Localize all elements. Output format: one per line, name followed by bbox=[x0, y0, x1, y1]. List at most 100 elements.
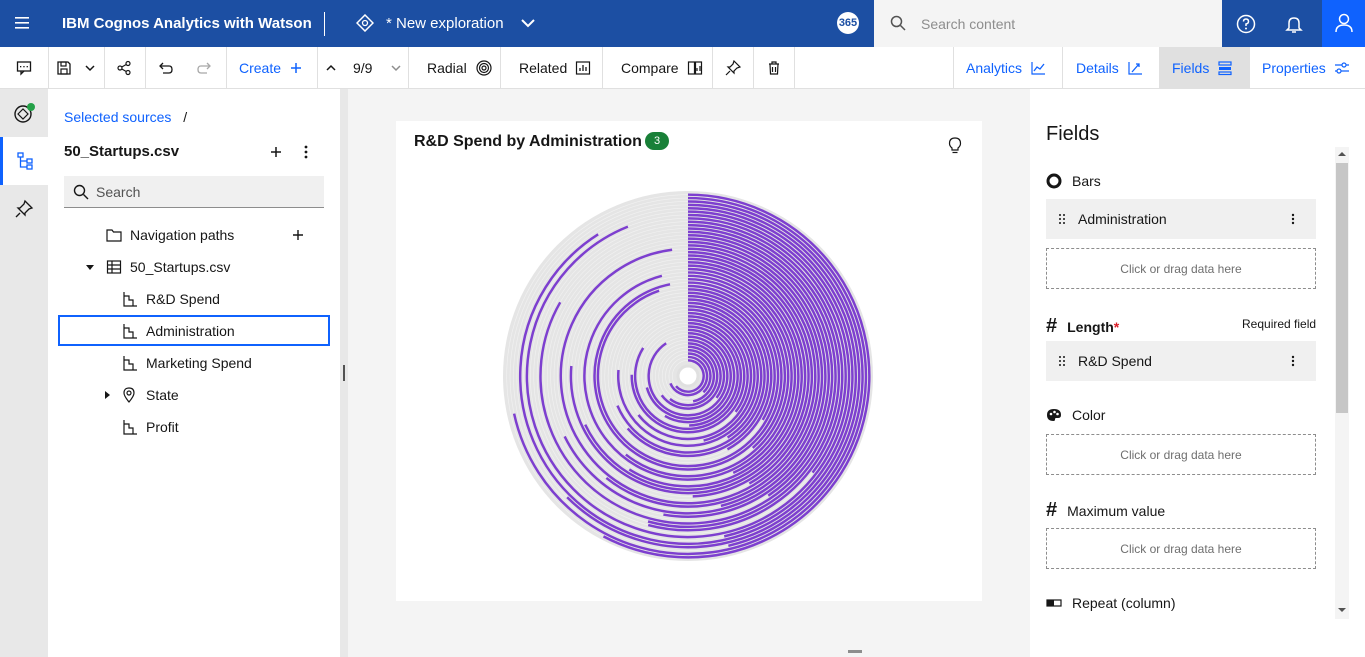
page-indicator: 9/9 bbox=[353, 59, 373, 76]
tree-item-label: State bbox=[146, 387, 179, 403]
data-tree-rail-button[interactable] bbox=[0, 137, 48, 185]
create-label: Create bbox=[239, 59, 282, 76]
tree-item-label: R&D Spend bbox=[146, 291, 220, 307]
properties-icon bbox=[1334, 61, 1349, 74]
analytics-label: Analytics bbox=[966, 59, 1023, 76]
related-button[interactable]: Related bbox=[519, 47, 591, 88]
required-field-text: Required field bbox=[1242, 317, 1317, 331]
folder-icon bbox=[106, 229, 122, 242]
source-search-input[interactable]: Search bbox=[64, 176, 324, 208]
comment-icon[interactable] bbox=[16, 47, 32, 88]
exploration-canvas: R&D Spend by Administration 3 bbox=[348, 89, 1030, 657]
breadcrumb: Selected sources / bbox=[64, 109, 187, 125]
share-icon[interactable] bbox=[116, 47, 132, 88]
details-tab[interactable]: Details bbox=[1076, 47, 1143, 88]
breadcrumb-separator: / bbox=[183, 109, 188, 125]
details-label: Details bbox=[1076, 59, 1119, 76]
fields-heading: Fields bbox=[1046, 123, 1100, 145]
panel-resize-handle[interactable] bbox=[340, 89, 348, 657]
search-icon bbox=[890, 15, 906, 36]
bottom-resize-handle[interactable] bbox=[848, 650, 862, 653]
tree-icon bbox=[16, 152, 33, 170]
visualization-card[interactable]: R&D Spend by Administration 3 bbox=[396, 121, 982, 601]
repeat-column-section-label: Repeat (column) bbox=[1046, 595, 1176, 611]
drag-handle-icon bbox=[1059, 356, 1065, 366]
source-file-title: 50_Startups.csv bbox=[64, 143, 180, 160]
properties-tab[interactable]: Properties bbox=[1262, 47, 1350, 88]
compare-label: Compare bbox=[621, 59, 679, 76]
length-field-pill[interactable]: R&D Spend bbox=[1046, 341, 1316, 381]
chevron-down-icon[interactable] bbox=[520, 16, 536, 35]
scroll-up-icon bbox=[1338, 152, 1346, 156]
details-icon bbox=[1128, 61, 1142, 75]
menu-icon[interactable] bbox=[14, 14, 32, 32]
tree-item-label: Marketing Spend bbox=[146, 355, 252, 371]
left-rail bbox=[0, 89, 48, 657]
bell-icon[interactable] bbox=[1284, 14, 1304, 39]
scrollbar-thumb[interactable] bbox=[1336, 163, 1348, 413]
pin-rail-button[interactable] bbox=[0, 185, 48, 233]
hash-icon: # bbox=[1046, 499, 1058, 521]
search-input[interactable]: Search content bbox=[874, 0, 1222, 47]
next-chevron-icon[interactable] bbox=[390, 47, 402, 88]
analytics-icon bbox=[1031, 61, 1046, 75]
tree-item-administration[interactable]: Administration bbox=[58, 315, 330, 346]
lightbulb-icon[interactable] bbox=[948, 137, 962, 160]
redo-icon[interactable] bbox=[197, 47, 213, 88]
fields-tab[interactable]: Fields bbox=[1172, 47, 1233, 88]
insights-icon bbox=[14, 103, 35, 123]
measure-icon bbox=[123, 323, 137, 339]
compare-button[interactable]: Compare bbox=[621, 47, 703, 88]
location-icon bbox=[123, 387, 135, 403]
measure-icon bbox=[123, 356, 137, 371]
max-value-drop-zone[interactable]: Click or drag data here bbox=[1046, 528, 1316, 569]
exploration-icon bbox=[355, 13, 375, 37]
tree-item-label: Navigation paths bbox=[130, 227, 235, 243]
measure-icon bbox=[123, 420, 137, 435]
pin-icon[interactable] bbox=[725, 47, 741, 88]
bars-label: Bars bbox=[1072, 173, 1101, 189]
tree-item-marketing-spend[interactable]: Marketing Spend bbox=[48, 348, 340, 378]
analytics-tab[interactable]: Analytics bbox=[966, 47, 1046, 88]
fields-scrollbar[interactable] bbox=[1335, 147, 1349, 619]
radial-button[interactable]: Radial bbox=[427, 47, 493, 88]
properties-label: Properties bbox=[1262, 59, 1326, 76]
radial-bars-icon bbox=[1046, 173, 1062, 189]
breadcrumb-link[interactable]: Selected sources bbox=[64, 109, 171, 125]
bars-drop-zone[interactable]: Click or drag data here bbox=[1046, 248, 1316, 289]
trash-icon[interactable] bbox=[766, 47, 782, 88]
toolbar: Create 9/9 Radial Related Compare Analyt… bbox=[0, 47, 1365, 89]
bars-field-pill[interactable]: Administration bbox=[1046, 199, 1316, 239]
tree-item-state[interactable]: State bbox=[48, 380, 340, 410]
tree-item-label: Administration bbox=[146, 322, 235, 339]
save-icon[interactable] bbox=[56, 47, 72, 88]
bars-field-label: Administration bbox=[1078, 211, 1167, 227]
user-avatar[interactable] bbox=[1322, 0, 1365, 47]
exploration-title[interactable]: * New exploration bbox=[386, 15, 504, 32]
save-menu-chevron-icon[interactable] bbox=[84, 47, 96, 88]
resize-grip bbox=[343, 365, 345, 381]
color-section-label: Color bbox=[1046, 407, 1105, 423]
overflow-menu-icon[interactable] bbox=[304, 145, 308, 164]
help-icon[interactable] bbox=[1236, 14, 1256, 39]
length-label: Length* bbox=[1067, 318, 1120, 335]
undo-icon[interactable] bbox=[157, 47, 173, 88]
sources-panel: Selected sources / 50_Startups.csv Searc… bbox=[48, 89, 340, 657]
tree-item-file[interactable]: 50_Startups.csv bbox=[48, 252, 340, 282]
count-badge[interactable]: 3 bbox=[645, 132, 669, 150]
tree-item-label: 50_Startups.csv bbox=[130, 259, 231, 275]
tree-item-rd-spend[interactable]: R&D Spend bbox=[48, 284, 340, 314]
caret-down-icon bbox=[86, 265, 94, 270]
color-drop-zone[interactable]: Click or drag data here bbox=[1046, 434, 1316, 475]
create-button[interactable]: Create bbox=[239, 47, 303, 88]
insights-rail-button[interactable] bbox=[0, 89, 48, 137]
bars-section-label: Bars bbox=[1046, 173, 1101, 189]
previous-chevron-icon[interactable] bbox=[325, 47, 337, 88]
notification-count-badge[interactable]: 365 bbox=[837, 12, 859, 34]
fields-icon bbox=[1218, 60, 1232, 75]
tree-item-profit[interactable]: Profit bbox=[48, 412, 340, 442]
field-overflow-icon bbox=[1291, 213, 1295, 225]
add-source-icon[interactable] bbox=[270, 145, 282, 163]
tree-item-navigation-paths[interactable]: Navigation paths bbox=[48, 220, 340, 250]
search-icon bbox=[73, 184, 89, 205]
